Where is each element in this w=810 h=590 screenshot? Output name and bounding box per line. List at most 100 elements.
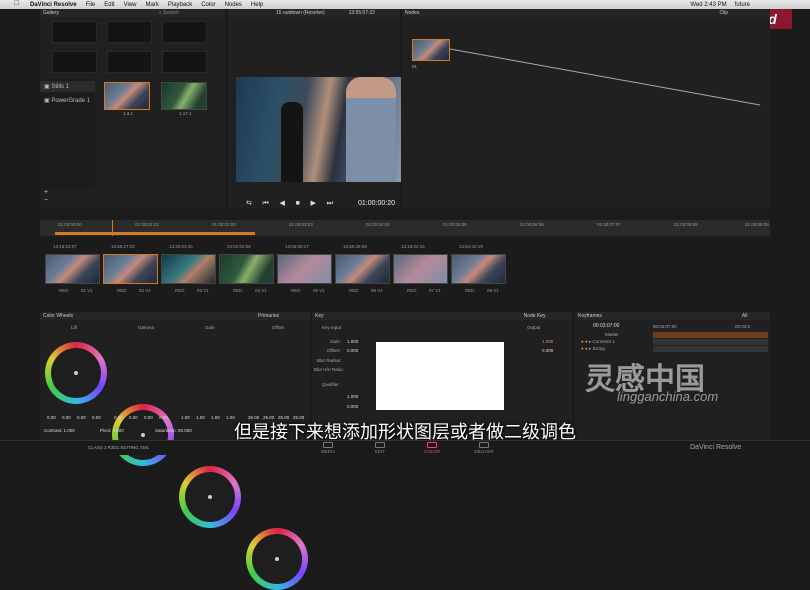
app-menu[interactable]: DaVinci Resolve [30,2,77,8]
album-powergrade[interactable]: ▣ PowerGrade 1 [40,95,95,106]
viewer-panel: 15 outdown (Resolve) 13:55:07:22 ⇆ ⏮ ◀ ■… [228,9,401,209]
wheel-center-handle[interactable] [208,495,212,499]
key-title: Key [315,313,324,319]
timeline-clip[interactable] [103,254,158,284]
menu-playback[interactable]: Playback [168,2,192,8]
keyframes-filter[interactable]: All [742,313,748,319]
timeline-progress [55,232,255,235]
edit-icon [375,442,385,448]
offset-value[interactable]: 0.000 [347,348,358,353]
page-tab-bar: CLASS 2 R3D1 EDITING XML MEDIA EDIT COLO… [0,440,810,455]
still-slot[interactable] [52,51,97,73]
clip-number: 02 V1 [139,288,151,293]
timeline-clip[interactable] [219,254,274,284]
node-01[interactable] [412,39,450,61]
clip-number: 01 V1 [81,288,93,293]
prev-clip-icon[interactable]: ⏮ [263,200,269,208]
qualifier-offset-value[interactable]: 0.000 [347,404,358,409]
wheel-center-handle[interactable] [74,371,78,375]
keyframes-timecode: 00:03:07:00 [593,323,620,329]
play-icon[interactable]: ▶ [311,199,316,207]
menu-color[interactable]: Color [201,2,215,8]
track-master[interactable]: Master [605,332,619,337]
album-list: ▣ Stills 1 ▣ PowerGrade 1 [40,79,95,189]
nodes-clip-label[interactable]: Clip [719,10,728,16]
color-icon [427,442,437,448]
deliver-icon [479,442,489,448]
keyframe-bar [653,332,768,338]
ruler-tick: 01:00:07:07 [597,222,621,227]
add-icon[interactable]: + [44,189,48,196]
menu-nodes[interactable]: Nodes [225,2,242,8]
gallery-search[interactable]: ⌕ Search [159,10,179,16]
ruler-tick: 01:00:05:05 [443,222,467,227]
keyframes-header: Keyframes All [575,312,770,320]
node-label: 01 [412,64,418,69]
clip-timecode: 13:55:28:08 [343,244,367,249]
playhead[interactable] [112,220,113,236]
viewer-timecode: 01:00:00:20 [358,200,395,207]
clip-number: 06 V1 [371,288,383,293]
still-slot[interactable] [52,21,97,43]
mode-select[interactable]: Primaries [258,313,279,319]
wheel-center-handle[interactable] [275,557,279,561]
next-clip-icon[interactable]: ⏭ [327,200,333,208]
track-corrector[interactable]: ● ● ▸ Corrector 1 [581,339,615,345]
nodes-title: Nodes [405,10,420,16]
clip-format-label: RED [291,288,301,293]
node-key-label: Node Key [523,313,546,319]
still-thumbnail[interactable] [161,82,207,110]
timeline-clip[interactable] [393,254,448,284]
tab-color[interactable]: COLOR [412,442,452,454]
tab-media[interactable]: MEDIA [308,442,348,454]
clip-timecode: 13:55:27:22 [111,244,135,249]
album-stills[interactable]: ▣ Stills 1 [40,81,95,92]
timeline-clip[interactable] [45,254,100,284]
still-slot[interactable] [107,51,152,73]
menu-mark[interactable]: Mark [146,2,159,8]
track-sizing[interactable]: ● ● ▸ Sizing [581,346,605,352]
color-wheel[interactable] [45,342,107,404]
timeline-clip[interactable] [277,254,332,284]
timeline-clip[interactable] [451,254,506,284]
qualifier-gain-value[interactable]: 1.000 [347,394,358,399]
remove-icon[interactable]: − [44,197,48,204]
wheel-center-handle[interactable] [141,433,145,437]
color-wheel[interactable] [179,466,241,528]
watermark-url: lingganchina.com [617,389,719,404]
keyframes-title: Keyframes [578,313,602,319]
node-connection-line [450,48,761,106]
ruler-tick: 01:00:04:04 [366,222,390,227]
color-wheel[interactable] [246,528,308,590]
viewer-image[interactable] [236,77,401,182]
menu-view[interactable]: View [124,2,137,8]
gain-value[interactable]: 1.000 [347,339,358,344]
blur-radius-label: Blur Radius: [317,358,342,363]
viewer-figure-woman [281,102,303,182]
output-gain-value[interactable]: 1.000 [542,339,553,344]
rewind-icon[interactable]: ◀ [280,199,285,207]
still-slot[interactable] [162,21,207,43]
still-slot[interactable] [162,51,207,73]
menu-help[interactable]: Help [251,2,263,8]
menu-bar:  DaVinci Resolve File Edit View Mark Pl… [0,0,810,9]
menu-file[interactable]: File [86,2,96,8]
output-offset-value[interactable]: 0.000 [542,348,553,353]
timeline-clip[interactable] [335,254,390,284]
timeline-clip[interactable] [161,254,216,284]
clip-format-label: RED [349,288,359,293]
loop-icon[interactable]: ⇆ [246,199,252,207]
user-name[interactable]: future [735,2,750,8]
still-thumbnail[interactable] [104,82,150,110]
ruler-tick: 01:00:03:03 [289,222,313,227]
clip-format-label: RED [175,288,185,293]
tab-deliver[interactable]: DELIVER [464,442,504,454]
clip-timecode: 13:19:22:16 [401,244,425,249]
tab-edit[interactable]: EDIT [360,442,400,454]
timeline-ruler[interactable]: 01:00:00:00 01:00:01:01 01:00:02:02 01:0… [40,220,770,236]
color-wheels-header: Color Wheels Primaries [40,312,310,320]
apple-icon[interactable]:  [14,0,19,7]
menu-edit[interactable]: Edit [104,2,114,8]
stop-icon[interactable]: ■ [296,200,300,207]
still-slot[interactable] [107,21,152,43]
